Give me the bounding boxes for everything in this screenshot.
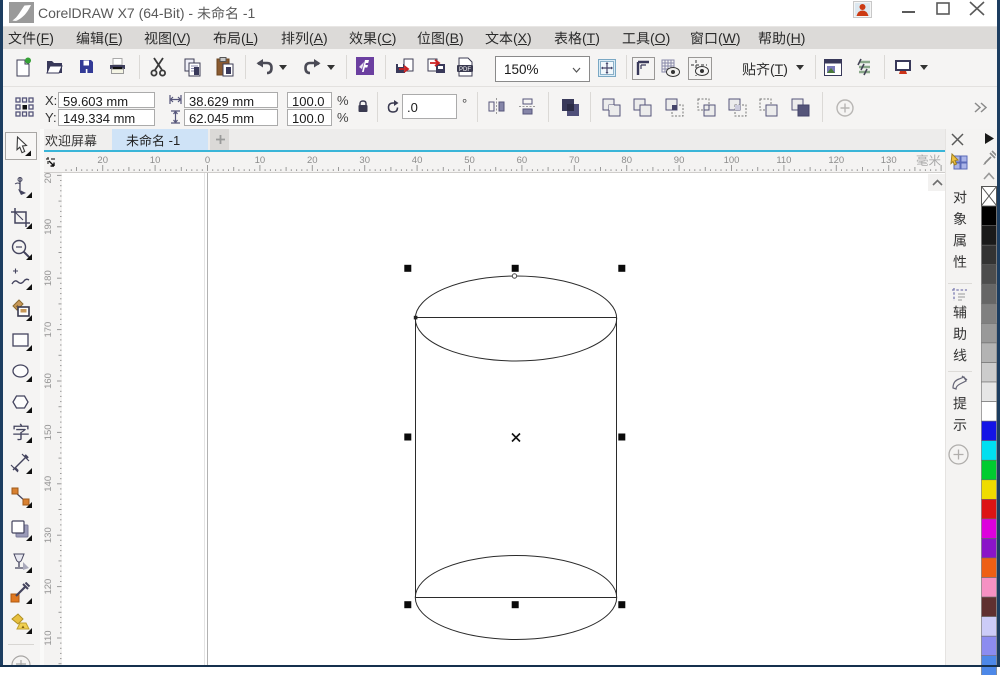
svg-text:140: 140 xyxy=(44,475,54,491)
svg-text:120: 120 xyxy=(828,155,844,166)
svg-text:70: 70 xyxy=(569,155,580,166)
svg-text:60: 60 xyxy=(517,155,528,166)
svg-text:90: 90 xyxy=(674,155,685,166)
svg-text:130: 130 xyxy=(44,527,54,543)
svg-text:130: 130 xyxy=(881,155,897,166)
svg-text:10: 10 xyxy=(255,155,266,166)
svg-text:30: 30 xyxy=(359,155,370,166)
svg-text:40: 40 xyxy=(412,155,423,166)
svg-text:PDF: PDF xyxy=(459,67,471,73)
svg-text:0: 0 xyxy=(205,155,210,166)
svg-text:10: 10 xyxy=(150,155,161,166)
svg-text:100: 100 xyxy=(724,155,740,166)
svg-text:20: 20 xyxy=(307,155,318,166)
svg-text:110: 110 xyxy=(44,630,54,645)
svg-text:150: 150 xyxy=(44,424,54,440)
svg-text:200: 200 xyxy=(44,173,54,183)
svg-text:120: 120 xyxy=(44,578,54,594)
svg-text:170: 170 xyxy=(44,321,54,337)
svg-text:110: 110 xyxy=(776,155,791,166)
svg-text:80: 80 xyxy=(621,155,632,166)
svg-text:160: 160 xyxy=(44,373,54,389)
svg-text:20: 20 xyxy=(97,155,108,166)
svg-text:50: 50 xyxy=(464,155,475,166)
svg-text:180: 180 xyxy=(44,270,54,286)
svg-text:190: 190 xyxy=(44,218,54,234)
